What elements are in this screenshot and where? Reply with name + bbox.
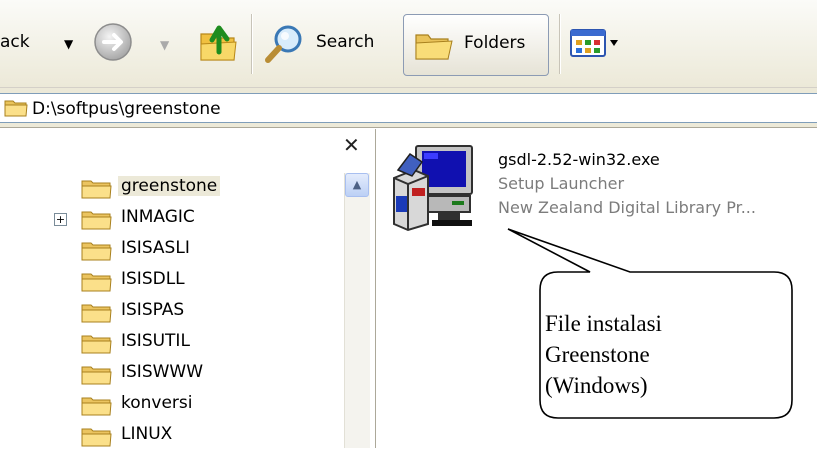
tree-item-label: ISISWWW [121, 362, 204, 382]
setup-launcher-icon [393, 145, 473, 232]
address-field[interactable]: D:\softpus\greenstone [0, 93, 817, 123]
folder-icon [81, 180, 112, 199]
close-icon[interactable]: ✕ [343, 133, 360, 157]
file-type: Setup Launcher [498, 174, 625, 193]
forward-dropdown-arrow[interactable]: ▼ [160, 38, 169, 52]
back-dropdown-arrow[interactable]: ▼ [64, 37, 73, 51]
tree-item-label: ISISDLL [121, 269, 185, 289]
folder-icon [4, 100, 28, 117]
folder-icon [81, 273, 112, 292]
file-company: New Zealand Digital Library Pr... [498, 198, 756, 217]
address-path: D:\softpus\greenstone [32, 99, 221, 119]
folders-button[interactable]: Folders [403, 14, 549, 76]
toolbar-separator [559, 14, 560, 74]
folder-icon [81, 242, 112, 261]
folder-icon [81, 211, 112, 230]
tree-item-label: ISISUTIL [121, 331, 190, 351]
tree-item-label: ISISPAS [121, 300, 185, 320]
folder-icon [81, 397, 112, 416]
folder-icon [81, 366, 112, 385]
address-bar: D:\softpus\greenstone [0, 88, 817, 128]
callout-text: File instalasi Greenstone (Windows) [545, 308, 775, 401]
folders-icon [415, 34, 453, 60]
back-button-label: ack [0, 32, 30, 52]
toolbar: ack ▼ ▼ Search Folders [0, 0, 817, 88]
up-folder-icon[interactable] [198, 22, 240, 64]
tree-item-label: INMAGIC [121, 207, 195, 227]
folders-button-label: Folders [464, 33, 526, 53]
callout-line: Greenstone [545, 342, 650, 367]
tree-item-label: konversi [121, 393, 193, 413]
search-button[interactable]: Search [262, 18, 394, 70]
folder-icon [81, 304, 112, 323]
folder-icon [81, 428, 112, 447]
search-button-label: Search [316, 32, 375, 52]
file-name: gsdl-2.52-win32.exe [498, 150, 660, 169]
folders-pane: ✕ ▲ greenstone + INMAGIC ISISASLI ISISDL… [0, 129, 376, 448]
expand-plus-icon[interactable]: + [54, 213, 67, 226]
search-icon [265, 25, 302, 63]
tree-item-label: LINUX [121, 424, 173, 444]
views-icon[interactable] [570, 27, 620, 59]
back-button[interactable]: ack [0, 32, 30, 52]
folder-icon [81, 335, 112, 354]
vertical-scrollbar[interactable] [344, 173, 370, 448]
scroll-up-icon[interactable]: ▲ [345, 173, 369, 197]
toolbar-separator [251, 14, 252, 74]
callout-line: File instalasi [545, 311, 662, 336]
callout-line: (Windows) [545, 373, 648, 398]
tree-item-label: ISISASLI [121, 238, 190, 258]
forward-arrow-icon[interactable] [93, 22, 133, 62]
tree-item-label: greenstone [118, 176, 221, 196]
